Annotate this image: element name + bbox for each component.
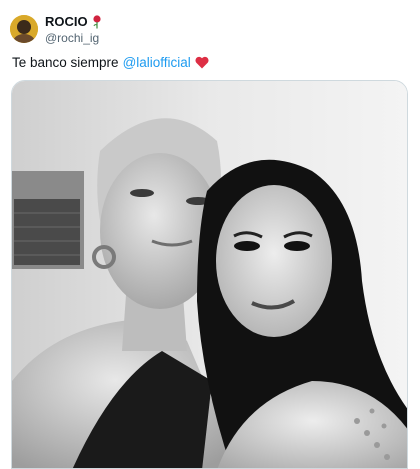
author-name-row[interactable]: ROCIO	[45, 14, 102, 29]
mention-link[interactable]: @laliofficial	[123, 55, 191, 70]
tweet-body-text: Te banco siempre	[12, 55, 119, 70]
avatar[interactable]	[10, 15, 38, 43]
tweet-photo[interactable]	[11, 80, 408, 469]
red-heart-icon	[195, 56, 209, 69]
tweet-text: Te banco siempre @laliofficial	[12, 55, 209, 70]
author-handle[interactable]: @rochi_ig	[45, 31, 99, 45]
tweet-card: ROCIO @rochi_ig Te banco siempre @laliof…	[0, 0, 420, 469]
photo-image	[12, 81, 407, 468]
display-name[interactable]: ROCIO	[45, 14, 88, 29]
rose-icon	[93, 14, 101, 28]
